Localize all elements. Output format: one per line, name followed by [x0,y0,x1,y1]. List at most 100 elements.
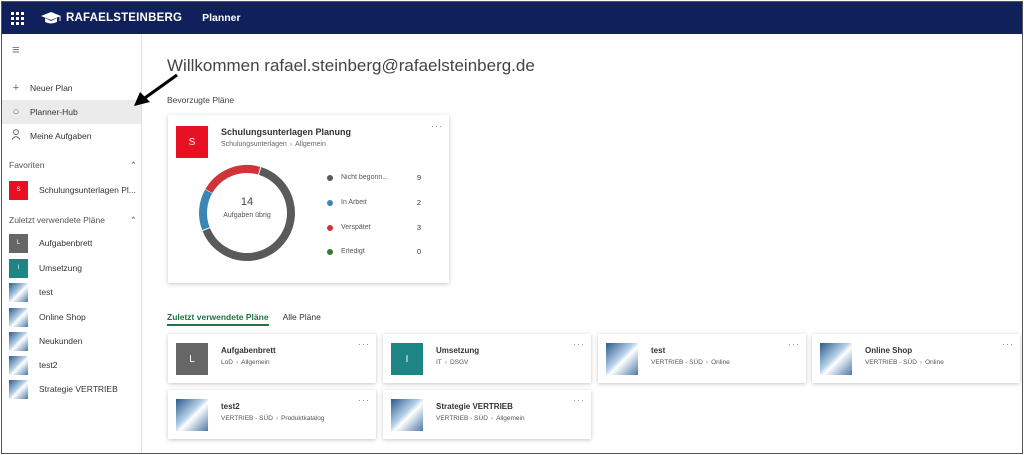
chevron-right-icon: › [235,359,239,366]
plan-group: IT [436,359,442,366]
plus-icon: + [12,82,20,94]
recent-item-label: Aufgabenbrett [39,238,93,248]
plan-photo-thumbnail [391,399,423,431]
more-options-icon[interactable]: ··· [788,339,800,349]
recent-item[interactable]: Online Shop [9,307,141,327]
recent-item-label: Umsetzung [39,263,82,273]
chevron-right-icon: › [289,141,293,148]
app-window: RAFAELSTEINBERG Planner ≡ + Neuer Plan ○… [1,1,1023,454]
recent-item[interactable]: I Umsetzung [9,258,141,278]
plan-card[interactable]: L Aufgabenbrett LoD › Allgemein ··· [168,334,376,383]
chevron-right-icon: › [444,359,447,366]
plan-card[interactable]: test VERTRIEB - SÜD › Online ··· [598,334,806,383]
plan-photo-thumbnail [9,282,28,302]
plan-bucket: Produktkatalog [281,415,325,422]
legend-label: Nicht begonn... [341,174,389,181]
welcome-heading: Willkommen rafael.steinberg@rafaelsteinb… [167,56,535,75]
plan-breadcrumb: VERTRIEB - SÜD › Online [651,359,730,366]
plan-bucket: DSGV [449,359,469,366]
app-launcher-icon[interactable] [2,2,32,34]
recent-item[interactable]: Strategie VERTRIEB [9,379,141,399]
plan-bucket: Allgemein [241,359,270,366]
nav-my-tasks[interactable]: Meine Aufgaben [2,124,141,148]
chevron-up-icon: ⌃ [129,160,137,170]
favorites-title: Favoriten [9,160,45,170]
legend-count: 2 [416,198,421,207]
status-dot [327,199,333,206]
status-dot [327,248,333,255]
plan-photo-thumbnail [9,379,28,399]
recent-item[interactable]: L Aufgabenbrett [9,233,141,253]
recent-section-header[interactable]: Zuletzt verwendete Pläne ⌃ [9,215,137,226]
recent-item-label: Strategie VERTRIEB [39,384,118,394]
more-options-icon[interactable]: ··· [358,395,370,405]
favorite-item-label: Schulungsunterlagen Pl... [39,185,136,195]
more-options-icon[interactable]: ··· [573,395,585,405]
plan-card[interactable]: Online Shop VERTRIEB - SÜD › Online ··· [812,334,1020,383]
more-options-icon[interactable]: ··· [358,339,370,349]
tab-all-plans[interactable]: Alle Pläne [283,312,321,326]
plan-title: test [651,346,666,355]
recent-item-label: Neukunden [39,336,83,346]
plan-bucket: Online [925,359,944,366]
plan-photo-thumbnail [176,399,208,431]
chevron-up-icon: ⌃ [129,215,137,225]
top-bar: RAFAELSTEINBERG Planner [2,2,1022,34]
remaining-count: 14 [240,196,254,208]
plan-title: Umsetzung [436,346,480,355]
circle-icon: ○ [12,106,20,118]
plan-badge: S [9,180,28,200]
legend-label: In Arbeit [341,199,367,206]
more-options-icon[interactable]: ··· [573,339,585,349]
tab-recent-plans[interactable]: Zuletzt verwendete Pläne [167,312,269,326]
nav-new-plan[interactable]: + Neuer Plan [2,76,141,100]
recent-item[interactable]: test [9,282,141,302]
more-options-icon[interactable]: ··· [431,121,443,131]
plan-card[interactable]: Strategie VERTRIEB VERTRIEB - SÜD › Allgem… [383,390,591,439]
recent-item[interactable]: Neukunden [9,331,141,351]
plan-badge: I [9,258,28,278]
hamburger-menu-icon[interactable]: ≡ [12,42,20,57]
plan-photo-thumbnail [820,343,852,375]
brand-name: RAFAELSTEINBERG [66,12,183,24]
plan-bucket: Allgemein [295,141,326,148]
favorites-section-header[interactable]: Favoriten ⌃ [9,160,137,171]
legend-not-started: Nicht begonn... 9 [327,173,421,182]
plan-photo-thumbnail [606,343,638,375]
recent-item[interactable]: test2 [9,355,141,375]
nav-planner-hub[interactable]: ○ Planner-Hub [2,100,141,124]
plan-photo-thumbnail [9,331,28,351]
sidebar: ≡ + Neuer Plan ○ Planner-Hub Meine Aufga… [2,34,142,453]
plan-breadcrumb: VERTRIEB - SÜD › Online [865,359,944,366]
plan-breadcrumb: VERTRIEB - SÜD › Allgemein [436,415,525,422]
plan-tabs: Zuletzt verwendete Pläne Alle Pläne [167,312,335,326]
legend-count: 9 [416,173,421,182]
app-name[interactable]: Planner [202,12,241,24]
plan-bucket: Allgemein [496,415,525,422]
recent-title: Zuletzt verwendete Pläne [9,215,105,225]
plan-group: Schulungsunterlagen [221,141,287,148]
plan-title: Aufgabenbrett [221,346,276,355]
favorite-item[interactable]: S Schulungsunterlagen Pl... [9,180,141,200]
brand-logo[interactable]: RAFAELSTEINBERG [40,11,182,25]
plan-photo-thumbnail [9,355,28,375]
legend-count: 3 [416,223,421,232]
plan-card[interactable]: I Umsetzung IT › DSGV ··· [383,334,591,383]
nav-my-tasks-label: Meine Aufgaben [30,131,92,141]
legend-late: Verspätet 3 [327,223,421,232]
chevron-right-icon: › [275,415,279,422]
favorite-plan-card[interactable]: S Schulungsunterlagen Planung Schulungsu… [168,115,449,283]
graduation-cap-icon [41,12,61,24]
plan-title: test2 [221,402,240,411]
status-dot [327,224,333,231]
plan-breadcrumb: IT › DSGV [436,359,468,366]
plan-group: VERTRIEB - SÜD [651,359,703,366]
legend-label: Erledigt [341,248,365,255]
plan-title: Online Shop [865,346,913,355]
legend-done: Erledigt 0 [327,247,421,256]
plan-badge: I [391,343,423,375]
more-options-icon[interactable]: ··· [1002,339,1014,349]
plan-card[interactable]: test2 VERTRIEB - SÜD › Produktkatalog ··· [168,390,376,439]
plan-group: VERTRIEB - SÜD [221,415,273,422]
plan-group: LoD [221,359,233,366]
